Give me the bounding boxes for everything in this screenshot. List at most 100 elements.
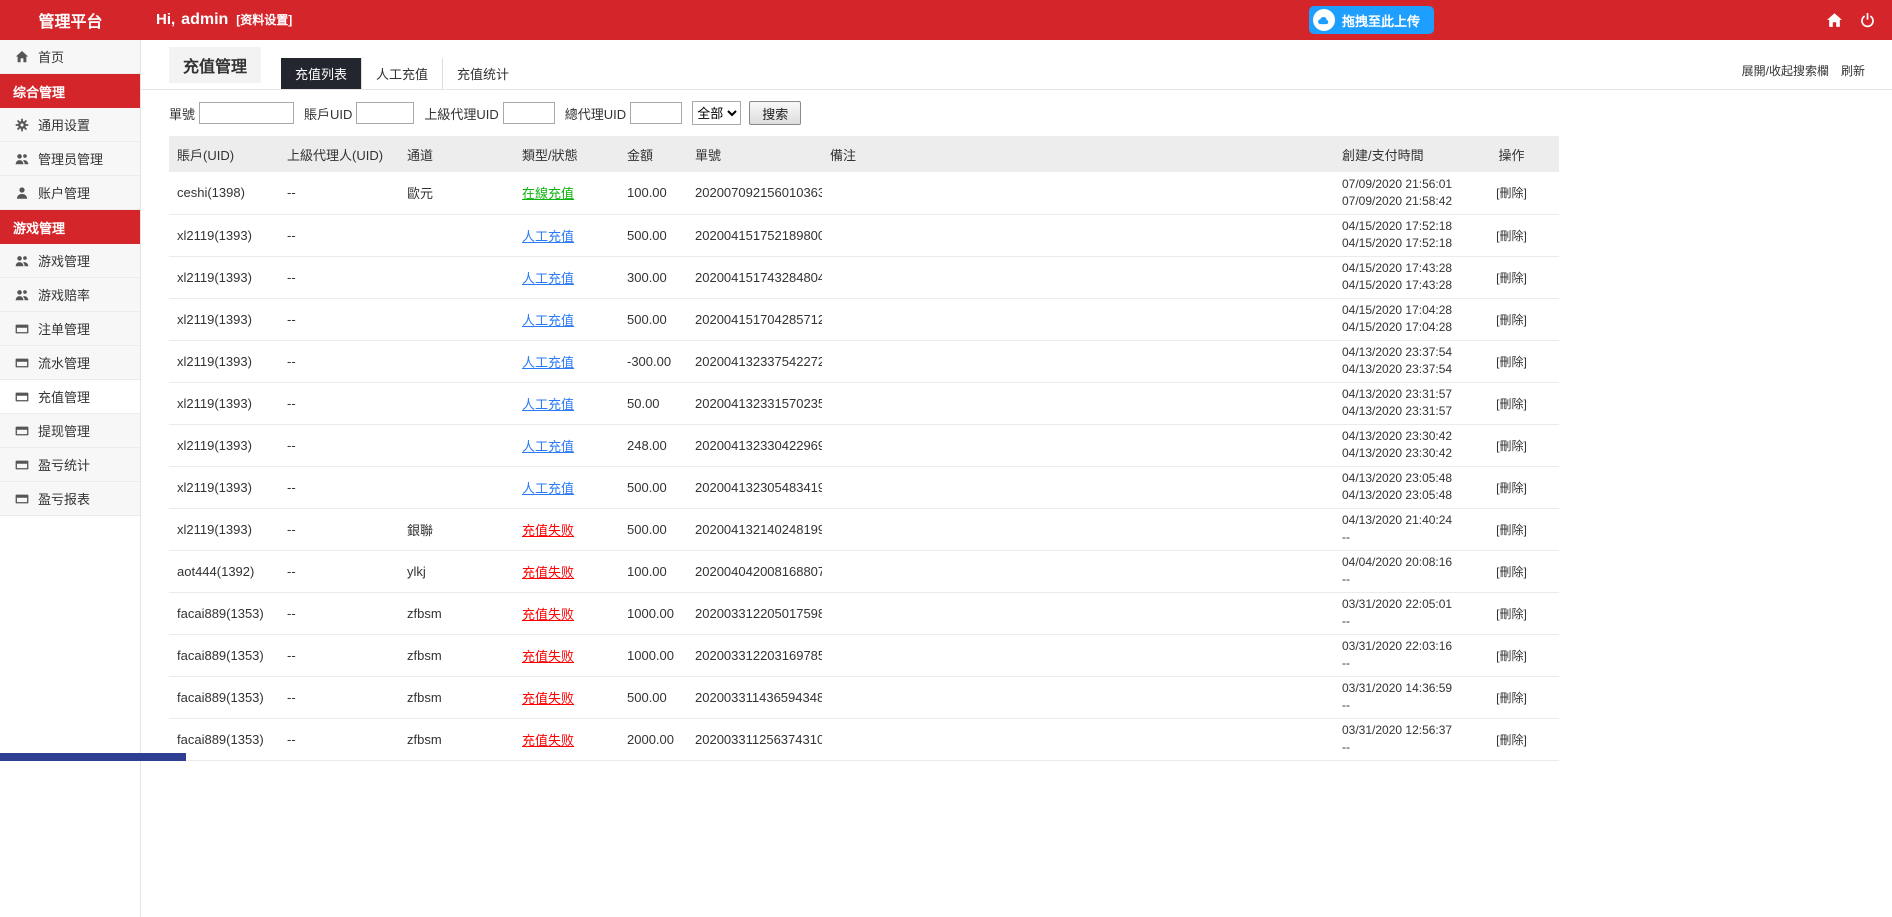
- power-icon[interactable]: [1859, 12, 1876, 29]
- sidebar-item-label: 综合管理: [13, 82, 65, 101]
- sidebar-item-8[interactable]: 注单管理: [0, 312, 140, 346]
- status-link[interactable]: 充值失败: [522, 565, 574, 580]
- sidebar-item-12[interactable]: 盈亏统计: [0, 448, 140, 482]
- card-icon: [15, 356, 29, 370]
- cell-order-no: 20200413233042296977: [687, 424, 822, 466]
- created-time: 03/31/2020 12:56:37: [1342, 722, 1456, 739]
- cell-order-no: 20200413233157023533: [687, 382, 822, 424]
- delete-button[interactable]: [刪除]: [1496, 607, 1527, 621]
- cell-time: 04/13/2020 23:30:4204/13/2020 23:30:42: [1334, 424, 1464, 466]
- status-link[interactable]: 人工充值: [522, 439, 574, 454]
- delete-button[interactable]: [刪除]: [1496, 691, 1527, 705]
- created-time: 07/09/2020 21:56:01: [1342, 176, 1456, 193]
- status-link[interactable]: 充值失败: [522, 607, 574, 622]
- delete-button[interactable]: [刪除]: [1496, 565, 1527, 579]
- status-link[interactable]: 人工充值: [522, 355, 574, 370]
- table-row: facai889(1353)--zfbsm充值失败1000.0020200331…: [169, 592, 1559, 634]
- sidebar-item-11[interactable]: 提现管理: [0, 414, 140, 448]
- created-time: 03/31/2020 22:03:16: [1342, 638, 1456, 655]
- status-link[interactable]: 充值失败: [522, 649, 574, 664]
- tab-1[interactable]: 人工充值: [361, 58, 442, 89]
- card-icon: [15, 424, 29, 438]
- status-link[interactable]: 人工充值: [522, 229, 574, 244]
- cell-agent: --: [279, 718, 399, 760]
- cell-order-no: 20200413230548341903: [687, 466, 822, 508]
- status-filter-select[interactable]: 全部: [692, 101, 741, 125]
- cell-action: [刪除]: [1464, 508, 1559, 550]
- cell-amount: 500.00: [619, 676, 687, 718]
- tab-0[interactable]: 充值列表: [281, 58, 361, 89]
- sidebar-item-10[interactable]: 充值管理: [0, 380, 140, 414]
- table-row: xl2119(1393)--銀聯充值失败500.0020200413214024…: [169, 508, 1559, 550]
- user-icon: [15, 186, 29, 200]
- refresh-link[interactable]: 刷新: [1841, 62, 1865, 79]
- cell-action: [刪除]: [1464, 424, 1559, 466]
- order-no-label: 單號: [169, 104, 195, 123]
- cell-action: [刪除]: [1464, 592, 1559, 634]
- sidebar: 首页综合管理通用设置管理员管理账户管理游戏管理游戏管理游戏赔率注单管理流水管理充…: [0, 40, 141, 917]
- delete-button[interactable]: [刪除]: [1496, 271, 1527, 285]
- cell-remark: [822, 718, 1334, 760]
- sidebar-item-4[interactable]: 账户管理: [0, 176, 140, 210]
- delete-button[interactable]: [刪除]: [1496, 733, 1527, 747]
- cell-agent: --: [279, 256, 399, 298]
- status-link[interactable]: 充值失败: [522, 691, 574, 706]
- cloud-upload-icon: [1313, 9, 1335, 31]
- cell-action: [刪除]: [1464, 550, 1559, 592]
- cell-status: 人工充值: [514, 256, 619, 298]
- upload-dropzone-button[interactable]: 拖拽至此上传: [1309, 6, 1434, 34]
- delete-button[interactable]: [刪除]: [1496, 649, 1527, 663]
- sidebar-item-13[interactable]: 盈亏报表: [0, 482, 140, 516]
- delete-button[interactable]: [刪除]: [1496, 481, 1527, 495]
- created-time: 04/13/2020 23:30:42: [1342, 428, 1456, 445]
- toolbar-links: 展開/收起搜索欄 刷新: [1742, 62, 1865, 79]
- column-header-3: 類型/狀態: [514, 136, 619, 172]
- parent-agent-uid-input[interactable]: [503, 102, 555, 124]
- sidebar-item-6[interactable]: 游戏管理: [0, 244, 140, 278]
- cell-channel: [399, 256, 514, 298]
- search-button[interactable]: 搜索: [749, 101, 801, 125]
- sidebar-item-2[interactable]: 通用设置: [0, 108, 140, 142]
- general-agent-uid-input[interactable]: [630, 102, 682, 124]
- delete-button[interactable]: [刪除]: [1496, 186, 1527, 200]
- delete-button[interactable]: [刪除]: [1496, 439, 1527, 453]
- cell-channel: ylkj: [399, 550, 514, 592]
- cell-status: 人工充值: [514, 340, 619, 382]
- order-no-input[interactable]: [199, 102, 294, 124]
- status-link[interactable]: 充值失败: [522, 733, 574, 748]
- page-layout: 首页综合管理通用设置管理员管理账户管理游戏管理游戏管理游戏赔率注单管理流水管理充…: [0, 40, 1892, 917]
- delete-button[interactable]: [刪除]: [1496, 355, 1527, 369]
- sidebar-item-9[interactable]: 流水管理: [0, 346, 140, 380]
- bottom-scroll-thumb[interactable]: [0, 753, 186, 761]
- status-link[interactable]: 人工充值: [522, 397, 574, 412]
- status-link[interactable]: 在線充值: [522, 186, 574, 201]
- account-uid-input[interactable]: [356, 102, 414, 124]
- status-link[interactable]: 人工充值: [522, 271, 574, 286]
- cell-account: ceshi(1398): [169, 172, 279, 214]
- cell-action: [刪除]: [1464, 340, 1559, 382]
- tab-2[interactable]: 充值统计: [442, 58, 523, 89]
- sidebar-item-label: 充值管理: [38, 387, 90, 406]
- header-icons: [1826, 12, 1876, 29]
- created-time: 04/15/2020 17:04:28: [1342, 302, 1456, 319]
- sidebar-item-7[interactable]: 游戏赔率: [0, 278, 140, 312]
- cell-time: 04/15/2020 17:04:2804/15/2020 17:04:28: [1334, 298, 1464, 340]
- sidebar-item-3[interactable]: 管理员管理: [0, 142, 140, 176]
- status-link[interactable]: 人工充值: [522, 313, 574, 328]
- delete-button[interactable]: [刪除]: [1496, 229, 1527, 243]
- delete-button[interactable]: [刪除]: [1496, 313, 1527, 327]
- cell-channel: [399, 466, 514, 508]
- cell-agent: --: [279, 340, 399, 382]
- cell-remark: [822, 382, 1334, 424]
- status-link[interactable]: 充值失败: [522, 523, 574, 538]
- delete-button[interactable]: [刪除]: [1496, 397, 1527, 411]
- profile-settings-link[interactable]: [资料设置]: [236, 11, 292, 28]
- toggle-search-link[interactable]: 展開/收起搜索欄: [1742, 62, 1829, 79]
- delete-button[interactable]: [刪除]: [1496, 523, 1527, 537]
- user-greeting: Hi, admin [资料设置]: [156, 11, 292, 29]
- sidebar-item-0[interactable]: 首页: [0, 40, 140, 74]
- home-icon[interactable]: [1826, 12, 1843, 29]
- sidebar-item-label: 游戏赔率: [38, 285, 90, 304]
- status-link[interactable]: 人工充值: [522, 481, 574, 496]
- cell-account: xl2119(1393): [169, 508, 279, 550]
